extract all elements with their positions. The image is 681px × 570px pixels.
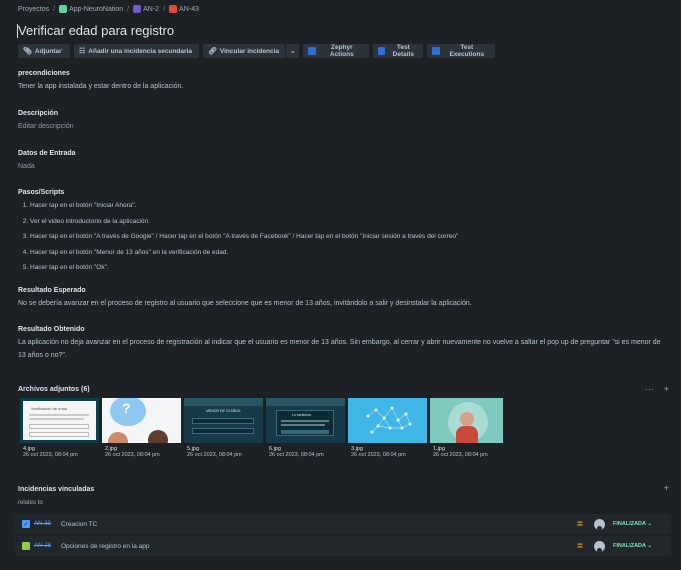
- linked-issue-key[interactable]: AN-28: [34, 543, 56, 549]
- attachment-thumbnail[interactable]: 3.jpg 26 oct 2023, 08:04 pm: [348, 398, 427, 462]
- priority-medium-icon: =: [577, 540, 583, 552]
- test-details-label: Test Details: [392, 44, 414, 58]
- more-icon[interactable]: ···: [645, 384, 654, 394]
- thumb-title: MENOR DE 13 AÑOS: [206, 409, 241, 413]
- attachment-image: MENOR DE 13 AÑOS: [184, 398, 263, 443]
- step-item: Ver el video introductorio de la aplicac…: [30, 217, 458, 233]
- preconditions-value[interactable]: Tener la app instalada y estar dentro de…: [18, 83, 183, 90]
- task-icon: ✓: [22, 520, 30, 528]
- linked-issues-header: Incidencias vinculadas: [18, 486, 95, 493]
- preconditions-label: precondiciones: [18, 70, 70, 77]
- attachment-image: Lo sentimos: [266, 398, 345, 443]
- breadcrumb-separator: /: [53, 5, 56, 13]
- description-placeholder[interactable]: Editar descripción: [18, 123, 74, 130]
- attachment-date: 26 oct 2023, 08:04 pm: [351, 452, 406, 458]
- attachments-actions: ··· +: [645, 384, 669, 394]
- issue-title[interactable]: Verificar edad para registro: [16, 23, 174, 38]
- link-issue-dropdown[interactable]: ⌄: [286, 44, 300, 58]
- attachment-thumbnail[interactable]: MENOR DE 13 AÑOS 5.jpg 26 oct 2023, 08:0…: [184, 398, 263, 462]
- linked-issue-summary[interactable]: Opciones de registro en la app: [61, 543, 150, 550]
- breadcrumb-issue[interactable]: AN-43: [169, 5, 199, 13]
- status-badge[interactable]: FINALIZADA ⌄: [613, 521, 652, 527]
- hierarchy-icon: ☷: [79, 48, 86, 55]
- breadcrumb-app-label: App-NeuroNation: [69, 5, 124, 13]
- zephyr-app-icon: [378, 47, 386, 55]
- linked-issue-summary[interactable]: Creacion TC: [61, 521, 97, 528]
- link-issue-button[interactable]: 🔗︎ Vincular incidencia: [203, 44, 285, 58]
- attachment-date: 26 oct 2023, 08:04 pm: [187, 452, 242, 458]
- zephyr-app-icon: [432, 47, 441, 55]
- project-icon: [59, 5, 68, 13]
- avatar: [594, 518, 605, 530]
- add-icon[interactable]: +: [664, 384, 669, 394]
- breadcrumb-separator: /: [127, 5, 130, 13]
- attach-label: Adjuntar: [34, 47, 62, 55]
- link-issue-label: Vincular incidencia: [219, 47, 280, 55]
- issue-toolbar: 📎︎ Adjuntar ☷ Añadir una incidencia secu…: [18, 44, 496, 58]
- attachment-image: ?: [102, 398, 181, 443]
- network-graphic: [366, 406, 412, 434]
- status-badge[interactable]: FINALIZADA ⌄: [613, 543, 652, 549]
- breadcrumb-projects[interactable]: Proyectos: [18, 6, 49, 13]
- input-data-value[interactable]: Nada: [18, 163, 35, 170]
- attach-button[interactable]: 📎︎ Adjuntar: [18, 44, 70, 58]
- relation-label: relates to: [18, 500, 43, 506]
- attachment-date: 26 oct 2023, 08:04 pm: [433, 452, 488, 458]
- add-child-label: Añadir una incidencia secundaria: [88, 47, 192, 55]
- test-details-button[interactable]: Test Details: [373, 44, 424, 58]
- obtained-result-label: Resultado Obtenido: [18, 326, 85, 333]
- attachment-date: 26 oct 2023, 08:04 pm: [23, 452, 78, 458]
- add-link-icon[interactable]: +: [664, 483, 669, 493]
- attachment-thumbnail[interactable]: Verificación de edad 4.jpg 26 oct 2023, …: [20, 398, 99, 462]
- zephyr-label: Zephyr Actions: [329, 44, 354, 58]
- story-icon: [22, 542, 30, 550]
- attachment-thumbnail[interactable]: 1.jpg 26 oct 2023, 08:04 pm: [430, 398, 503, 462]
- bug-icon: [169, 5, 178, 13]
- attachment-date: 26 oct 2023, 08:04 pm: [105, 452, 160, 458]
- attachment-image: Verificación de edad: [20, 398, 99, 443]
- obtained-result-value[interactable]: La aplicación no deja avanzar en el proc…: [18, 336, 666, 362]
- steps-label: Pasos/Scripts: [18, 189, 65, 196]
- epic-icon: [133, 5, 142, 13]
- breadcrumb-issue-label: AN-43: [179, 5, 199, 13]
- attachment-image: [348, 398, 427, 443]
- test-executions-label: Test Executions: [449, 44, 485, 58]
- breadcrumb-parent[interactable]: AN-2: [133, 5, 159, 13]
- step-item: Hacer tap en el botón "Ok".: [30, 263, 458, 279]
- attachment-thumbnail[interactable]: ? 2.jpg 26 oct 2023, 08:04 pm: [102, 398, 181, 462]
- breadcrumb-app[interactable]: App-NeuroNation: [59, 5, 123, 13]
- breadcrumb-parent-label: AN-2: [143, 5, 160, 13]
- thumb-title: Verificación de edad: [31, 406, 68, 411]
- expected-result-label: Resultado Esperado: [18, 287, 86, 294]
- breadcrumb-separator: /: [163, 5, 166, 13]
- linked-issue-key[interactable]: AN-30: [34, 521, 56, 527]
- attachments-grid: Verificación de edad 4.jpg 26 oct 2023, …: [20, 398, 503, 462]
- zephyr-actions-button[interactable]: Zephyr Actions: [303, 44, 370, 58]
- input-data-label: Datos de Entrada: [18, 150, 76, 157]
- attachment-thumbnail[interactable]: Lo sentimos 6.jpg 26 oct 2023, 08:04 pm: [266, 398, 345, 462]
- paperclip-icon: 📎︎: [23, 48, 32, 55]
- step-item: Hacer tap en el botón "Menor de 13 años"…: [30, 248, 458, 264]
- link-issue-split: 🔗︎ Vincular incidencia ⌄: [203, 44, 300, 58]
- step-item: Hacer tap en el botón "Iniciar Ahora".: [30, 201, 458, 217]
- zephyr-app-icon: [308, 47, 317, 55]
- test-executions-button[interactable]: Test Executions: [427, 44, 496, 58]
- breadcrumb: Proyectos / App-NeuroNation / AN-2 / AN-…: [18, 5, 199, 13]
- attachments-header: Archivos adjuntos (6): [18, 386, 90, 393]
- thumb-title: Lo sentimos: [292, 413, 311, 417]
- link-icon: 🔗︎: [208, 48, 217, 55]
- linked-issue-row[interactable]: AN-28 Opciones de registro en la app = F…: [15, 536, 671, 556]
- avatar: [594, 540, 605, 552]
- attachment-date: 26 oct 2023, 08:04 pm: [269, 452, 324, 458]
- priority-medium-icon: =: [577, 518, 583, 530]
- attachment-image: [430, 398, 503, 443]
- step-item: Hacer tap en el botón "A través de Googl…: [30, 232, 458, 248]
- chevron-down-icon: ⌄: [290, 48, 296, 55]
- description-label: Descripción: [18, 110, 59, 117]
- steps-list[interactable]: Hacer tap en el botón "Iniciar Ahora". V…: [30, 201, 458, 279]
- add-child-issue-button[interactable]: ☷ Añadir una incidencia secundaria: [74, 44, 199, 58]
- linked-issue-row[interactable]: ✓ AN-30 Creacion TC = FINALIZADA ⌄: [15, 514, 671, 534]
- expected-result-value[interactable]: No se debería avanzar en el proceso de r…: [18, 297, 666, 310]
